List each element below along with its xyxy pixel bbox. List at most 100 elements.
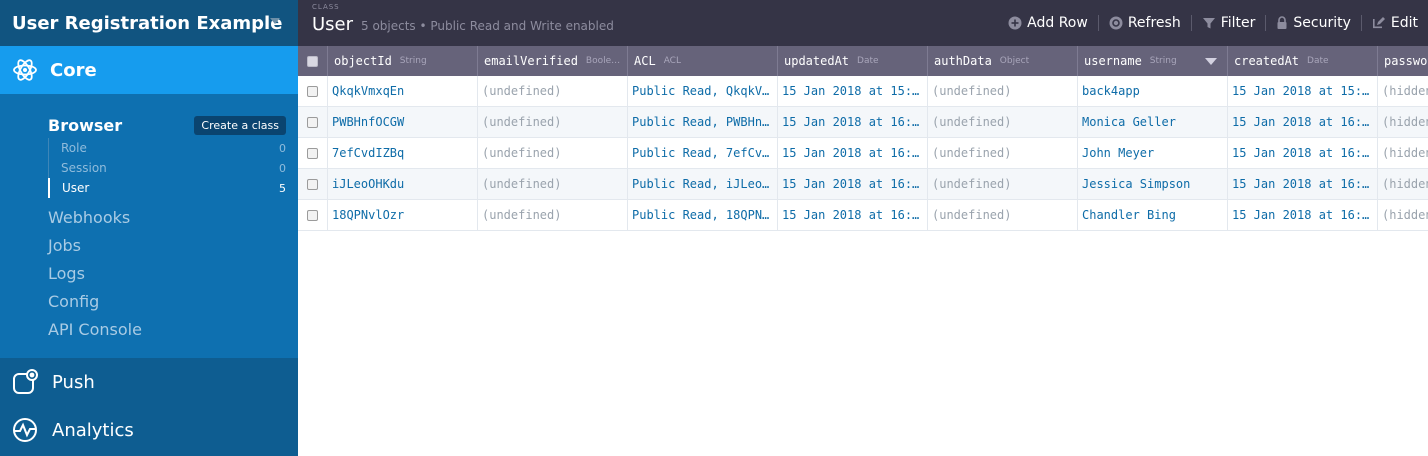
checkbox[interactable] [307,85,318,97]
sidebar: User Registration Example Core Browser C… [0,0,298,456]
cell-objectid[interactable]: PWBHnfOCGW [328,107,478,137]
cell-emailverified[interactable]: (undefined) [478,76,628,106]
select-all-checkbox[interactable] [298,46,328,76]
create-class-button[interactable]: Create a class [194,115,286,135]
table-row[interactable]: QkqkVmxqEn (undefined) Public Read, Qkqk… [298,76,1428,107]
table-row[interactable]: 7efCvdIZBq (undefined) Public Read, 7efC… [298,138,1428,169]
row-select[interactable] [298,107,328,137]
nav-browser[interactable]: Browser [48,116,122,135]
push-icon [13,369,38,394]
cell-username[interactable]: Chandler Bing [1078,200,1228,230]
cell-objectid[interactable]: QkqkVmxqEn [328,76,478,106]
cell-createdat[interactable]: 15 Jan 2018 at 16:… [1228,138,1378,168]
nav-core[interactable]: Core [0,46,298,94]
filter-label: Filter [1220,15,1256,31]
table-row[interactable]: iJLeoOHKdu (undefined) Public Read, iJLe… [298,169,1428,200]
cell-authdata[interactable]: (undefined) [928,107,1078,137]
cell-acl[interactable]: Public Read, QkqkV… [628,76,778,106]
cell-objectid[interactable]: 18QPNvlOzr [328,200,478,230]
cell-createdat[interactable]: 15 Jan 2018 at 16:… [1228,169,1378,199]
cell-updatedat[interactable]: 15 Jan 2018 at 16:… [778,169,928,199]
edit-button[interactable]: Edit [1362,15,1428,31]
class-caption: CLASS [312,3,340,11]
column-header-objectid[interactable]: objectId String [328,46,478,76]
cell-authdata[interactable]: (undefined) [928,169,1078,199]
checkbox[interactable] [307,55,318,67]
chevron-down-icon[interactable] [270,18,280,24]
table-row[interactable]: 18QPNvlOzr (undefined) Public Read, 18QP… [298,200,1428,231]
row-select[interactable] [298,138,328,168]
class-item-session[interactable]: Session 0 [48,158,286,178]
cell-createdat[interactable]: 15 Jan 2018 at 16:… [1228,200,1378,230]
refresh-button[interactable]: Refresh [1099,15,1191,31]
column-header-acl[interactable]: ACL ACL [628,46,778,76]
cell-emailverified[interactable]: (undefined) [478,138,628,168]
column-header-emailverified[interactable]: emailVerified Boole… [478,46,628,76]
app-switcher[interactable]: User Registration Example [0,0,298,46]
cell-username[interactable]: Jessica Simpson [1078,169,1228,199]
cell-acl[interactable]: Public Read, PWBHn… [628,107,778,137]
table-header: objectId String emailVerified Boole… ACL… [298,46,1428,76]
cell-emailverified[interactable]: (undefined) [478,107,628,137]
class-count: 0 [279,141,286,155]
sort-descending-icon[interactable] [1205,58,1217,65]
nav-push[interactable]: Push [0,358,298,406]
cell-authdata[interactable]: (undefined) [928,138,1078,168]
class-item-role[interactable]: Role 0 [48,138,286,158]
checkbox[interactable] [307,116,318,128]
column-type: Boole… [585,56,621,66]
cell-acl[interactable]: Public Read, 18QPN… [628,200,778,230]
cell-authdata[interactable]: (undefined) [928,76,1078,106]
checkbox[interactable] [307,209,318,221]
column-type: String [1149,56,1177,66]
cell-objectid[interactable]: 7efCvdIZBq [328,138,478,168]
cell-password[interactable]: (hidden [1378,138,1428,168]
cell-updatedat[interactable]: 15 Jan 2018 at 16:… [778,107,928,137]
nav-analytics[interactable]: Analytics [0,406,298,454]
column-name: username [1084,54,1142,68]
nav-config[interactable]: Config [48,288,142,316]
cell-emailverified[interactable]: (undefined) [478,169,628,199]
column-header-password[interactable]: passwo [1378,46,1428,76]
cell-username[interactable]: back4app [1078,76,1228,106]
cell-acl[interactable]: Public Read, 7efCv… [628,138,778,168]
cell-password[interactable]: (hidden [1378,76,1428,106]
cell-objectid[interactable]: iJLeoOHKdu [328,169,478,199]
cell-username[interactable]: John Meyer [1078,138,1228,168]
cell-createdat[interactable]: 15 Jan 2018 at 16:… [1228,107,1378,137]
column-header-updatedat[interactable]: updatedAt Date [778,46,928,76]
cell-username[interactable]: Monica Geller [1078,107,1228,137]
column-type: Date [857,56,879,66]
checkbox[interactable] [307,178,318,190]
column-header-authdata[interactable]: authData Object [928,46,1078,76]
table-row[interactable]: PWBHnfOCGW (undefined) Public Read, PWBH… [298,107,1428,138]
cell-emailverified[interactable]: (undefined) [478,200,628,230]
nav-jobs[interactable]: Jobs [48,232,142,260]
column-header-createdat[interactable]: createdAt Date [1228,46,1378,76]
cell-createdat[interactable]: 15 Jan 2018 at 15:… [1228,76,1378,106]
analytics-label: Analytics [52,419,134,441]
cell-updatedat[interactable]: 15 Jan 2018 at 16:… [778,138,928,168]
cell-acl[interactable]: Public Read, iJLeo… [628,169,778,199]
cell-password[interactable]: (hidden [1378,169,1428,199]
nav-logs[interactable]: Logs [48,260,142,288]
cell-password[interactable]: (hidden [1378,200,1428,230]
row-select[interactable] [298,169,328,199]
cell-authdata[interactable]: (undefined) [928,200,1078,230]
column-name: passwo [1384,54,1428,68]
checkbox[interactable] [307,147,318,159]
column-header-username[interactable]: username String [1078,46,1228,76]
refresh-label: Refresh [1127,15,1181,31]
filter-button[interactable]: Filter [1192,15,1266,31]
nav-webhooks[interactable]: Webhooks [48,204,142,232]
security-button[interactable]: Security [1266,15,1361,31]
cell-password[interactable]: (hidden [1378,107,1428,137]
nav-api-console[interactable]: API Console [48,316,142,344]
add-row-button[interactable]: Add Row [998,15,1098,31]
cell-updatedat[interactable]: 15 Jan 2018 at 15:… [778,76,928,106]
cell-updatedat[interactable]: 15 Jan 2018 at 16:… [778,200,928,230]
row-select[interactable] [298,76,328,106]
column-name: objectId [334,54,392,68]
class-item-user[interactable]: User 5 [48,178,286,198]
row-select[interactable] [298,200,328,230]
